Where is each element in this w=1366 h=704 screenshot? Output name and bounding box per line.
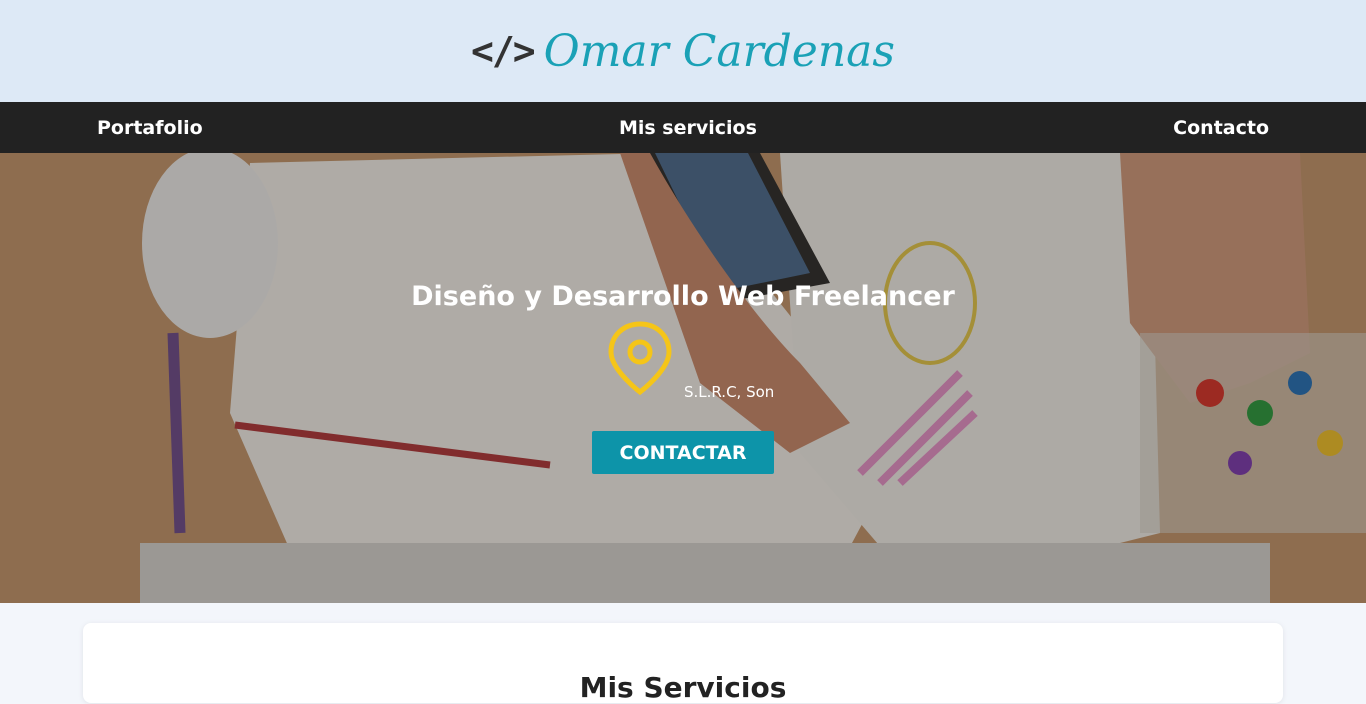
contact-button[interactable]: CONTACTAR [592,431,774,474]
logo-text: Omar Cardenas [543,25,895,77]
services-title: Mis Servicios [579,671,787,704]
code-icon: </> [471,29,536,73]
site-header: </> Omar Cardenas [0,0,1366,102]
nav-item-mis-servicios[interactable]: Mis servicios [619,117,757,139]
logo[interactable]: </> Omar Cardenas [471,26,895,77]
services-card: Mis Servicios [83,623,1283,704]
main-nav: Portafolio Mis servicios Contacto [0,102,1366,153]
location-text: S.L.R.C, Son [684,383,775,401]
nav-item-contacto[interactable]: Contacto [1173,117,1269,139]
hero-banner: Diseño y Desarrollo Web Freelancer S.L.R… [0,153,1366,603]
hero-title: Diseño y Desarrollo Web Freelancer [411,281,955,312]
map-pin-icon [608,321,672,396]
nav-item-portafolio[interactable]: Portafolio [97,117,203,139]
